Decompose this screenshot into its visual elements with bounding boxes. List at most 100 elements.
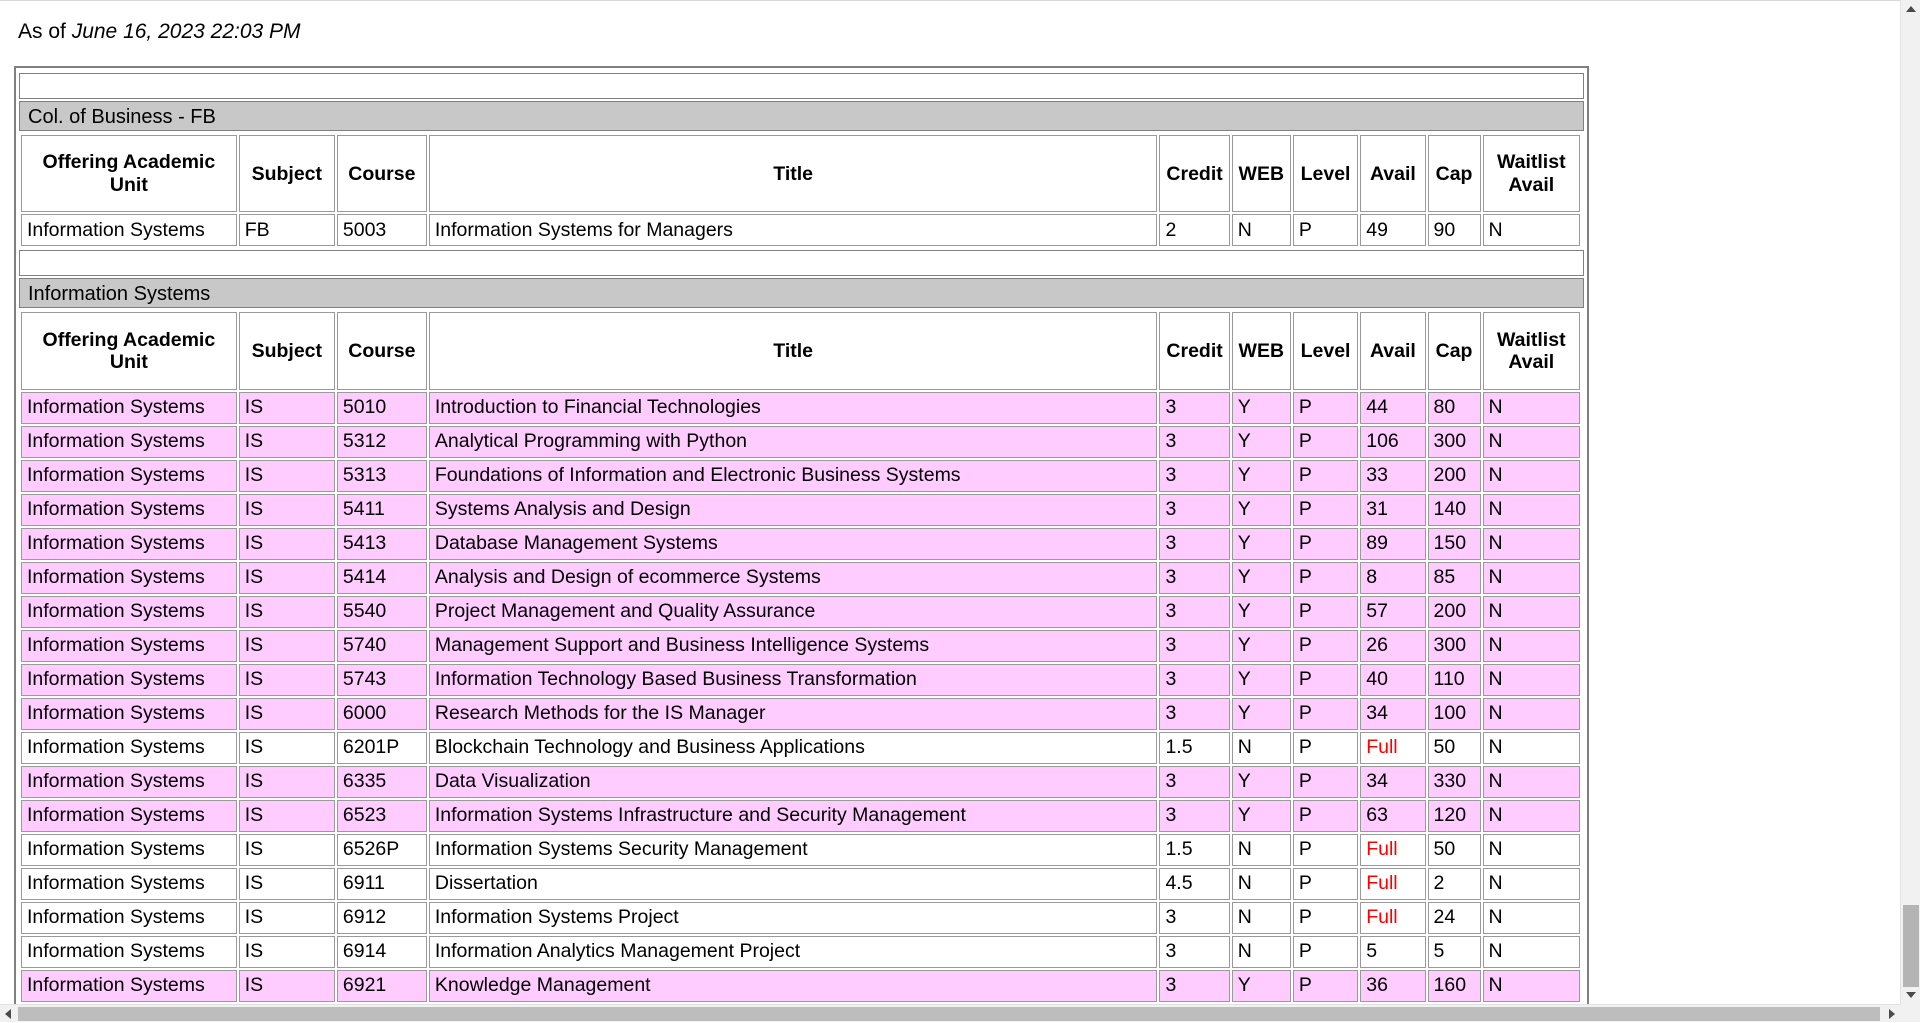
title-link[interactable]: Database Management Systems [435,532,718,554]
cell-title[interactable]: Project Management and Quality Assurance [428,595,1158,628]
cell-course[interactable]: 6912 [336,901,427,934]
scroll-up-arrow-icon[interactable] [1901,0,1920,18]
cell-course[interactable]: 6911 [336,867,427,900]
title-link[interactable]: Introduction to Financial Technologies [435,396,761,418]
cell-title[interactable]: Dissertation [428,867,1158,900]
course-link[interactable]: 6201P [343,736,399,758]
title-link[interactable]: Knowledge Management [435,974,651,996]
subject-link[interactable]: IS [245,396,263,418]
cell-subject[interactable]: IS [238,459,335,492]
title-link[interactable]: Foundations of Information and Electroni… [435,464,961,486]
title-link[interactable]: Research Methods for the IS Manager [435,702,766,724]
cell-course[interactable]: 6201P [336,731,427,764]
title-link[interactable]: Information Technology Based Business Tr… [435,668,917,690]
subject-link[interactable]: IS [245,702,263,724]
title-link[interactable]: Project Management and Quality Assurance [435,600,815,622]
cell-title[interactable]: Information Systems Project [428,901,1158,934]
cell-subject[interactable]: IS [238,697,335,730]
subject-link[interactable]: IS [245,838,263,860]
cell-course[interactable]: 5740 [336,629,427,662]
title-link[interactable]: Analytical Programming with Python [435,430,747,452]
cell-title[interactable]: Information Systems Security Management [428,833,1158,866]
cell-subject[interactable]: IS [238,935,335,968]
subject-link[interactable]: IS [245,872,263,894]
title-link[interactable]: Data Visualization [435,770,591,792]
title-link[interactable]: Dissertation [435,872,538,894]
subject-link[interactable]: IS [245,566,263,588]
course-link[interactable]: 6912 [343,906,386,928]
course-link[interactable]: 5740 [343,634,386,656]
course-link[interactable]: 5743 [343,668,386,690]
title-link[interactable]: Systems Analysis and Design [435,498,691,520]
cell-subject[interactable]: FB [238,214,335,247]
title-link[interactable]: Management Support and Business Intellig… [435,634,929,656]
cell-subject[interactable]: IS [238,391,335,424]
subject-link[interactable]: IS [245,498,263,520]
cell-course[interactable]: 5312 [336,425,427,458]
subject-link[interactable]: IS [245,736,263,758]
horizontal-scrollbar-thumb[interactable] [18,1007,1880,1021]
cell-course[interactable]: 6914 [336,935,427,968]
title-link[interactable]: Information Analytics Management Project [435,940,800,962]
cell-course[interactable]: 6000 [336,697,427,730]
title-link[interactable]: Analysis and Design of ecommerce Systems [435,566,821,588]
cell-title[interactable]: Database Management Systems [428,527,1158,560]
subject-link[interactable]: IS [245,634,263,656]
course-link[interactable]: 6000 [343,702,386,724]
course-link[interactable]: 6335 [343,770,386,792]
cell-subject[interactable]: IS [238,833,335,866]
subject-link[interactable]: IS [245,532,263,554]
subject-link[interactable]: IS [245,770,263,792]
cell-subject[interactable]: IS [238,595,335,628]
cell-course[interactable]: 5411 [336,493,427,526]
title-link[interactable]: Information Systems Project [435,906,679,928]
course-link[interactable]: 5010 [343,396,386,418]
cell-course[interactable]: 5413 [336,527,427,560]
cell-title[interactable]: Foundations of Information and Electroni… [428,459,1158,492]
title-link[interactable]: Information Systems for Managers [435,219,733,241]
cell-title[interactable]: Introduction to Financial Technologies [428,391,1158,424]
cell-title[interactable]: Information Systems Infrastructure and S… [428,799,1158,832]
title-link[interactable]: Information Systems Infrastructure and S… [435,804,966,826]
course-link[interactable]: 5414 [343,566,386,588]
cell-title[interactable]: Blockchain Technology and Business Appli… [428,731,1158,764]
title-link[interactable]: Information Systems Security Management [435,838,808,860]
cell-title[interactable]: Information Analytics Management Project [428,935,1158,968]
cell-title[interactable]: Research Methods for the IS Manager [428,697,1158,730]
scroll-down-arrow-icon[interactable] [1901,986,1920,1004]
cell-subject[interactable]: IS [238,425,335,458]
cell-title[interactable]: Systems Analysis and Design [428,493,1158,526]
cell-title[interactable]: Information Technology Based Business Tr… [428,663,1158,696]
cell-subject[interactable]: IS [238,867,335,900]
course-link[interactable]: 5413 [343,532,386,554]
cell-subject[interactable]: IS [238,969,335,1002]
cell-course[interactable]: 6523 [336,799,427,832]
cell-course[interactable]: 5313 [336,459,427,492]
scroll-right-arrow-icon[interactable] [1884,1005,1900,1023]
course-link[interactable]: 6526P [343,838,399,860]
cell-title[interactable]: Analysis and Design of ecommerce Systems [428,561,1158,594]
cell-title[interactable]: Management Support and Business Intellig… [428,629,1158,662]
cell-course[interactable]: 5414 [336,561,427,594]
course-link[interactable]: 5313 [343,464,386,486]
cell-course[interactable]: 5540 [336,595,427,628]
subject-link[interactable]: IS [245,600,263,622]
cell-subject[interactable]: IS [238,901,335,934]
cell-title[interactable]: Knowledge Management [428,969,1158,1002]
subject-link[interactable]: IS [245,974,263,996]
horizontal-scrollbar[interactable] [0,1004,1920,1022]
vertical-scrollbar-thumb[interactable] [1903,905,1919,987]
subject-link[interactable]: IS [245,804,263,826]
course-link[interactable]: 5312 [343,430,386,452]
title-link[interactable]: Blockchain Technology and Business Appli… [435,736,865,758]
cell-title[interactable]: Data Visualization [428,765,1158,798]
course-link[interactable]: 6921 [343,974,386,996]
cell-subject[interactable]: IS [238,731,335,764]
cell-subject[interactable]: IS [238,493,335,526]
cell-subject[interactable]: IS [238,629,335,662]
subject-link[interactable]: IS [245,940,263,962]
subject-link[interactable]: FB [245,219,270,241]
course-link[interactable]: 5540 [343,600,386,622]
scroll-left-arrow-icon[interactable] [0,1005,16,1023]
cell-subject[interactable]: IS [238,527,335,560]
